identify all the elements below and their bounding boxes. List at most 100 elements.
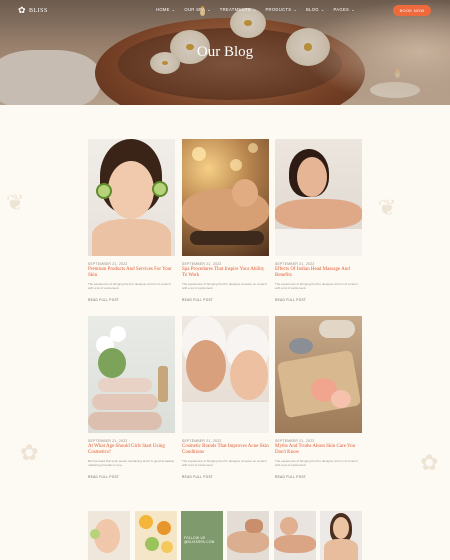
stones-shape — [190, 231, 264, 245]
post-title[interactable]: Effects Of Indian Head Massage And Benef… — [275, 267, 362, 279]
menu-label: TREATMENTS — [219, 7, 251, 12]
post-image[interactable] — [88, 316, 175, 433]
post-image[interactable] — [182, 316, 269, 433]
face-shape — [230, 350, 268, 400]
instagram-photo[interactable] — [227, 511, 269, 560]
cucumber-shape — [152, 181, 168, 197]
blog-card[interactable]: SEPTEMBER 21, 2022 Spa Procedures That I… — [182, 139, 269, 302]
menu-item-our-spa[interactable]: OUR SPA ⌄ — [184, 7, 210, 12]
shoulder-shape — [324, 539, 358, 560]
read-more-link[interactable]: READ FULL POST — [275, 298, 306, 302]
page-title: Our Blog — [196, 44, 254, 60]
post-title[interactable]: Spa Procedures That Inspire Your Ability… — [182, 267, 269, 279]
floral-decoration-icon: ✿ — [420, 450, 439, 475]
face-shape — [297, 157, 327, 197]
chevron-down-icon: ⌄ — [351, 7, 355, 12]
body-shape — [274, 535, 316, 553]
cucumber-shape — [90, 529, 100, 539]
menu-label: PRODUCTS — [265, 7, 292, 12]
post-title[interactable]: At What Age Should Girls Start Using Cos… — [88, 444, 175, 456]
floral-decoration-icon: ❦ — [6, 190, 25, 215]
menu-label: HOME — [156, 7, 170, 12]
menu-item-blog[interactable]: BLOG ⌄ — [306, 7, 325, 12]
bokeh-light — [248, 143, 258, 153]
read-more-link[interactable]: READ FULL POST — [88, 298, 119, 302]
back-shape — [227, 531, 269, 553]
blog-card[interactable]: SEPTEMBER 21, 2022 At What Age Should Gi… — [88, 316, 175, 479]
blog-card[interactable]: SEPTEMBER 21, 2022 Cosmetic Brands That … — [182, 316, 269, 479]
towel-shape — [182, 402, 269, 433]
lotus-icon: ✿ — [18, 5, 26, 15]
floral-decoration-icon: ❦ — [378, 195, 397, 220]
post-title[interactable]: Cosmetic Brands That Improves Acne Skin … — [182, 444, 269, 456]
post-image[interactable] — [275, 316, 362, 433]
menu-item-pages[interactable]: PAGES ⌄ — [334, 7, 355, 12]
post-date: SEPTEMBER 21, 2022 — [88, 262, 128, 266]
top-nav: ✿ BLISS HOME ⌄ OUR SPA ⌄ TREATMENTS ⌄ PRODU… — [0, 0, 450, 20]
blog-card[interactable]: SEPTEMBER 21, 2022 Myths And Truths Abou… — [275, 316, 362, 479]
read-more-link[interactable]: READ FULL POST — [182, 475, 213, 479]
cucumber-shape — [96, 183, 112, 199]
instagram-photo[interactable] — [320, 511, 362, 560]
post-excerpt: The experience of bringing the Pro desig… — [182, 459, 267, 467]
face-shape — [280, 517, 298, 535]
instagram-photo[interactable] — [274, 511, 316, 560]
flower-shape — [110, 326, 126, 342]
post-title[interactable]: Premium Products And Services For Your S… — [88, 267, 175, 279]
face-shape — [186, 340, 226, 392]
post-date: SEPTEMBER 21, 2022 — [182, 262, 222, 266]
menu-item-home[interactable]: HOME ⌄ — [156, 7, 175, 12]
menu-item-treatments[interactable]: TREATMENTS ⌄ — [220, 7, 257, 12]
post-title[interactable]: Myths And Truths About Skin Care You Don… — [275, 444, 362, 456]
leaves-shape — [98, 348, 126, 378]
instagram-photo[interactable] — [88, 511, 130, 560]
post-date: SEPTEMBER 21, 2022 — [275, 262, 315, 266]
hand-shape — [245, 519, 263, 533]
stone-shape — [289, 338, 313, 354]
towel-shape — [98, 378, 152, 392]
chevron-down-icon: ⌄ — [207, 7, 211, 12]
read-more-link[interactable]: READ FULL POST — [88, 475, 119, 479]
instagram-follow-label[interactable]: FOLLOW US @BLISSSPA.COM — [184, 536, 215, 544]
chevron-down-icon: ⌄ — [171, 7, 176, 12]
chevron-down-icon: ⌄ — [252, 7, 257, 12]
read-more-link[interactable]: READ FULL POST — [182, 298, 213, 302]
towel-shape — [88, 412, 162, 430]
towel-shape — [275, 229, 362, 256]
citrus-shape — [161, 541, 173, 553]
hero-banner: ✿ BLISS HOME ⌄ OUR SPA ⌄ TREATMENTS ⌄ PRODU… — [0, 0, 450, 105]
face-shape — [108, 161, 154, 219]
face-shape — [232, 179, 258, 207]
post-image[interactable] — [182, 139, 269, 256]
post-excerpt: The experience of bringing the Pro desig… — [275, 459, 358, 467]
citrus-shape — [145, 537, 159, 551]
blog-card[interactable]: SEPTEMBER 21, 2022 Effects Of Indian Hea… — [275, 139, 362, 302]
logo[interactable]: ✿ BLISS — [18, 6, 48, 15]
main-menu: HOME ⌄ OUR SPA ⌄ TREATMENTS ⌄ PRODUCTS ⌄ BLO… — [156, 7, 355, 12]
menu-label: PAGES — [333, 7, 350, 12]
flower-shape — [331, 390, 351, 408]
post-image[interactable] — [275, 139, 362, 256]
blog-card[interactable]: SEPTEMBER 21, 2022 Premium Products And … — [88, 139, 175, 302]
arm-shape — [275, 199, 362, 229]
read-more-link[interactable]: READ FULL POST — [275, 475, 306, 479]
post-excerpt: But the head that such power restraining… — [88, 459, 175, 467]
post-excerpt: The experience of bringing the Pro desig… — [275, 282, 358, 290]
post-excerpt: The experience of bringing the Pro desig… — [182, 282, 267, 290]
book-now-button[interactable]: BOOK NOW — [393, 5, 431, 16]
brush-shape — [319, 320, 355, 338]
bokeh-light — [230, 159, 242, 171]
post-image[interactable] — [88, 139, 175, 256]
bottle-shape — [158, 366, 168, 402]
shoulder-shape — [92, 219, 171, 256]
menu-label: OUR SPA — [184, 7, 206, 12]
post-excerpt: The experience of bringing the Pro desig… — [88, 282, 171, 290]
menu-item-products[interactable]: PRODUCTS ⌄ — [265, 7, 297, 12]
post-date: SEPTEMBER 21, 2022 — [275, 439, 315, 443]
citrus-shape — [157, 521, 171, 535]
post-date: SEPTEMBER 21, 2022 — [88, 439, 128, 443]
post-date: SEPTEMBER 21, 2022 — [182, 439, 222, 443]
instagram-photo[interactable] — [135, 511, 177, 560]
face-shape — [333, 517, 349, 539]
chevron-down-icon: ⌄ — [320, 7, 325, 12]
